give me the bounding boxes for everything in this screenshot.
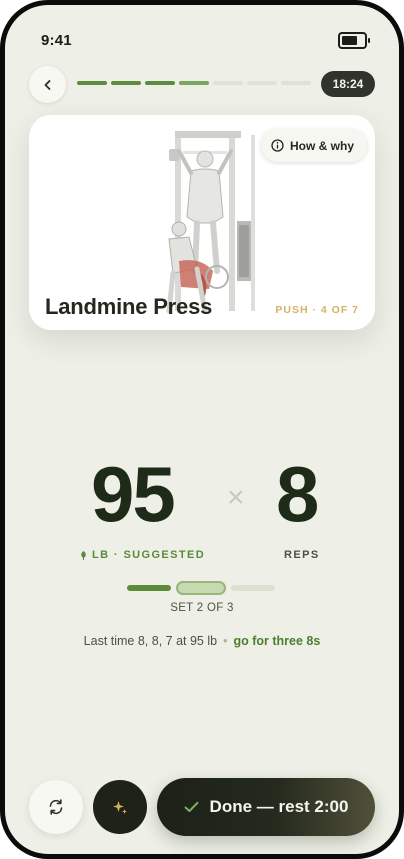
how-why-label: How & why (290, 138, 355, 153)
set-indicator (176, 581, 226, 595)
ai-coach-button[interactable] (93, 780, 147, 834)
times-symbol: × (227, 481, 245, 514)
set-progress (127, 581, 275, 595)
device-frame: 9:41 18:24 How & why Landmine Press PUSH… (0, 0, 404, 859)
exercise-card[interactable]: How & why Landmine Press PUSH · 4 OF 7 (29, 115, 375, 330)
progression-hint: go for three 8s (233, 634, 321, 648)
weight-unit-label: LB · SUGGESTED (80, 549, 205, 561)
check-icon (184, 801, 199, 812)
progress-segment (247, 81, 277, 85)
workout-progress (77, 81, 311, 85)
exercise-name: Landmine Press (45, 294, 213, 319)
how-why-button[interactable]: How & why (261, 129, 368, 162)
back-button[interactable] (29, 66, 66, 103)
swap-exercise-button[interactable] (29, 780, 83, 834)
set-indicator (231, 585, 275, 591)
history-line: Last time 8, 8, 7 at 95 lb • go for three … (5, 634, 399, 648)
sparkle-icon (113, 801, 127, 814)
set-label: SET 2 OF 3 (170, 602, 234, 614)
battery-icon (338, 32, 370, 49)
progress-segment (111, 81, 141, 85)
info-icon (271, 139, 284, 152)
weight-unit-text: LB · SUGGESTED (92, 549, 206, 561)
elapsed-timer: 18:24 (321, 71, 375, 97)
leaf-icon (81, 550, 86, 560)
set-indicator (127, 585, 171, 591)
progress-segment (179, 81, 209, 85)
progress-segment (145, 81, 175, 85)
reps-value[interactable]: 8 (276, 455, 319, 533)
progress-segment (77, 81, 107, 85)
chevron-left-icon (44, 79, 50, 90)
history-separator: • (223, 634, 228, 648)
swap-icon (49, 799, 63, 815)
reps-unit-label: REPS (284, 549, 320, 561)
exercise-meta: PUSH · 4 OF 7 (275, 304, 359, 316)
done-rest-button[interactable]: Done — rest 2:00 (157, 778, 375, 836)
weight-value[interactable]: 95 (91, 455, 176, 533)
progress-segment (281, 81, 311, 85)
status-time: 9:41 (41, 32, 72, 49)
done-rest-label: Done — rest 2:00 (209, 797, 349, 816)
progress-segment (213, 81, 243, 85)
last-time-text: Last time 8, 8, 7 at 95 lb (83, 634, 218, 648)
screen: 9:41 18:24 How & why Landmine Press PUSH… (5, 5, 399, 854)
